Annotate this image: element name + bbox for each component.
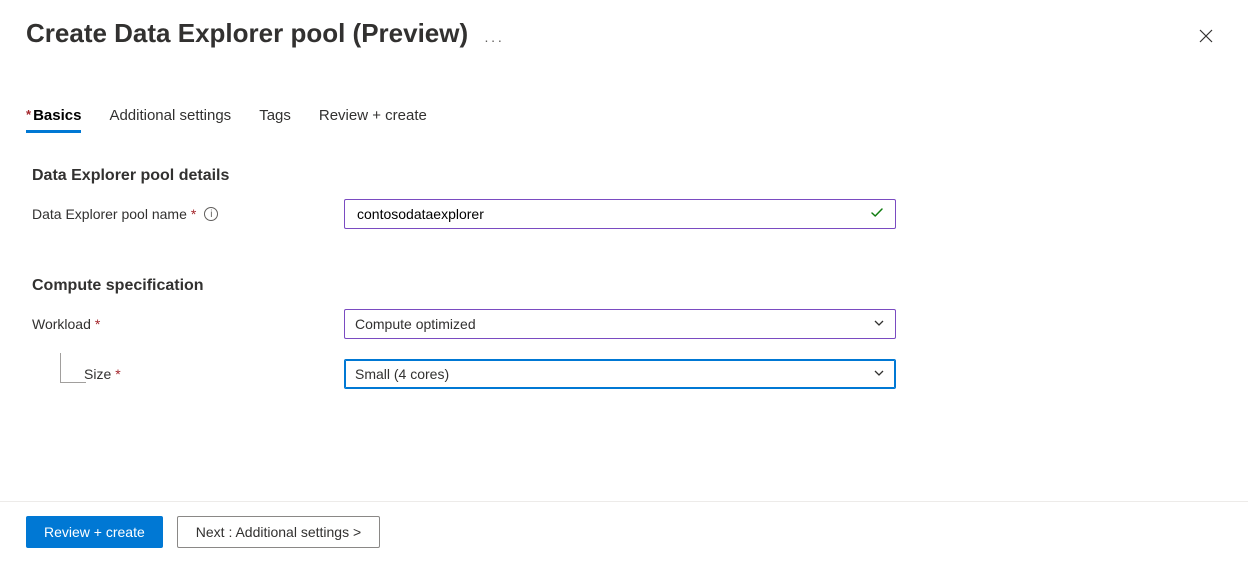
workload-label: Workload: [32, 316, 91, 332]
tab-basics-label: Basics: [33, 107, 81, 124]
review-create-button[interactable]: Review + create: [26, 516, 163, 548]
tab-tags[interactable]: Tags: [259, 107, 291, 133]
workload-dropdown[interactable]: Compute optimized: [344, 309, 896, 339]
section-compute-spec: Compute specification: [32, 277, 1222, 295]
pool-name-label: Data Explorer pool name: [32, 206, 187, 222]
close-button[interactable]: [1192, 22, 1220, 50]
checkmark-icon: [869, 205, 885, 224]
workload-value: Compute optimized: [355, 316, 476, 332]
pool-name-input[interactable]: [355, 205, 863, 223]
chevron-down-icon: [873, 316, 885, 332]
page-title: Create Data Explorer pool (Preview): [26, 18, 484, 49]
section-pool-details: Data Explorer pool details: [32, 167, 1222, 185]
size-dropdown[interactable]: Small (4 cores): [344, 359, 896, 389]
size-label: Size: [84, 366, 111, 382]
pool-name-field[interactable]: [344, 199, 896, 229]
tab-review-create[interactable]: Review + create: [319, 107, 427, 133]
required-marker: *: [115, 366, 120, 382]
chevron-down-icon: [873, 366, 885, 382]
required-marker: *: [191, 206, 196, 222]
size-value: Small (4 cores): [355, 366, 449, 382]
more-icon[interactable]: ···: [484, 32, 504, 48]
info-icon[interactable]: i: [204, 207, 218, 221]
next-button[interactable]: Next : Additional settings >: [177, 516, 380, 548]
required-marker: *: [95, 316, 100, 332]
close-icon: [1198, 28, 1214, 44]
tab-basics[interactable]: *Basics: [26, 107, 81, 133]
tab-additional-settings[interactable]: Additional settings: [109, 107, 231, 133]
